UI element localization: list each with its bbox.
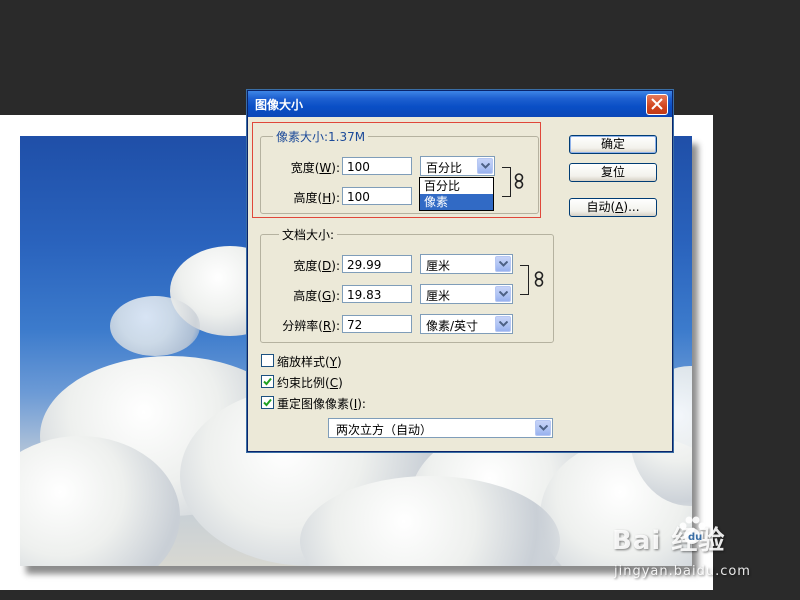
dialog-title: 图像大小 (255, 98, 304, 112)
watermark-url: jingyan.baidu.com (614, 564, 751, 579)
chevron-down-icon[interactable] (495, 256, 511, 272)
doc-height-unit-select[interactable]: 厘米 (420, 284, 513, 304)
close-button[interactable] (646, 94, 668, 115)
scale-styles-checkbox[interactable] (261, 354, 274, 367)
close-icon (651, 98, 663, 110)
paw-icon: du (679, 516, 706, 544)
resolution-label: 分辨率(R): (282, 319, 340, 333)
resample-image-label: 重定图像像素(I): (277, 397, 366, 411)
doc-height-input[interactable]: 19.83 (342, 285, 412, 303)
chevron-down-icon[interactable] (495, 286, 511, 302)
checkmark-icon (263, 377, 272, 386)
doc-link-bracket (520, 265, 529, 295)
title-bar[interactable]: 图像大小 (248, 91, 672, 117)
checkmark-icon (263, 398, 272, 407)
scale-styles-label: 缩放样式(Y) (277, 355, 342, 369)
doc-width-unit-select[interactable]: 厘米 (420, 254, 513, 274)
doc-width-label: 宽度(D): (293, 259, 340, 273)
constrain-proportions-label: 约束比例(C) (277, 376, 343, 390)
auto-button[interactable]: 自动(A)... (569, 198, 657, 217)
doc-width-input[interactable]: 29.99 (342, 255, 412, 273)
resolution-input[interactable]: 72 (342, 315, 412, 333)
reset-button[interactable]: 复位 (569, 163, 657, 182)
chevron-down-icon[interactable] (535, 420, 551, 436)
highlight-annotation-box (252, 122, 541, 218)
resolution-unit-select[interactable]: 像素/英寸 (420, 314, 513, 334)
doc-height-label: 高度(G): (293, 289, 340, 303)
resample-method-select[interactable]: 两次立方（自动） (328, 418, 553, 438)
resample-image-checkbox[interactable] (261, 396, 274, 409)
constrain-proportions-checkbox[interactable] (261, 375, 274, 388)
ok-button[interactable]: 确定 (569, 135, 657, 154)
chain-link-icon (534, 271, 544, 287)
document-size-legend: 文档大小: (279, 226, 338, 243)
chevron-down-icon[interactable] (495, 316, 511, 332)
svg-text:du: du (688, 532, 702, 543)
